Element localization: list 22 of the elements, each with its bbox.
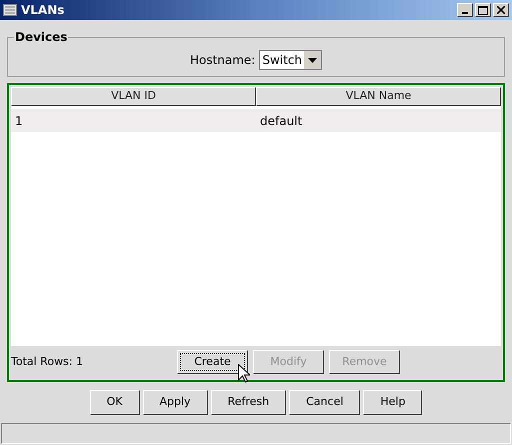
total-rows-label: Total Rows: 1 bbox=[11, 354, 83, 370]
dialog-button[interactable]: Refresh bbox=[210, 390, 286, 415]
dialog-button[interactable]: OK bbox=[90, 390, 140, 415]
dialog-button[interactable]: Cancel bbox=[289, 390, 360, 415]
dialog-button[interactable]: Help bbox=[363, 390, 422, 415]
window-title: VLANs bbox=[21, 2, 64, 19]
column-header[interactable]: VLAN Name bbox=[256, 87, 501, 106]
table-cell-text: 1 bbox=[14, 112, 24, 130]
window-menu-icon[interactable] bbox=[3, 4, 17, 16]
table-action-button[interactable]: Create bbox=[177, 350, 248, 374]
dialog-button[interactable]: Apply bbox=[142, 390, 208, 415]
minimize-button[interactable] bbox=[457, 3, 473, 17]
maximize-icon bbox=[478, 6, 488, 14]
column-header[interactable]: VLAN ID bbox=[11, 87, 256, 106]
hostname-label: Hostname: bbox=[190, 52, 256, 69]
devices-legend: Devices bbox=[14, 28, 68, 46]
close-icon bbox=[497, 6, 505, 14]
table-cell-text: default bbox=[259, 112, 304, 130]
close-button[interactable] bbox=[493, 3, 509, 17]
maximize-button[interactable] bbox=[475, 3, 491, 17]
mouse-cursor-icon bbox=[238, 364, 250, 383]
hostname-dropdown[interactable]: Switch bbox=[259, 50, 322, 70]
